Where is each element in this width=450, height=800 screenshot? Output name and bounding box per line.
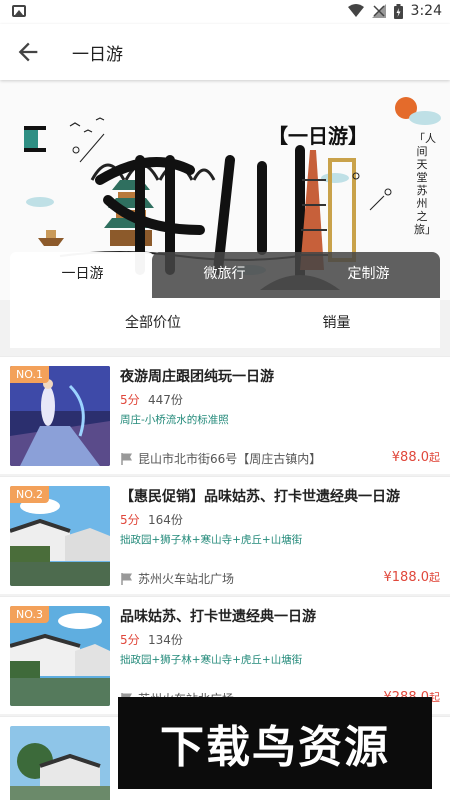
tour-location: 昆山市北市街66号【周庄古镇内】 (120, 450, 321, 467)
price-suffix: 起 (429, 571, 440, 584)
category-tabs: 一日游 微旅行 定制游 (0, 252, 450, 298)
price-suffix: 起 (429, 451, 440, 464)
tour-thumbnail: NO.2 (10, 486, 110, 586)
list-item[interactable]: NO.2 【惠民促销】品味姑苏、打卡世遗经典一日游 5分 164份 拙政园+狮子… (0, 476, 450, 594)
rank-badge: NO.2 (10, 486, 49, 503)
image-icon (12, 5, 26, 17)
watermark-overlay: 下载鸟资源 (118, 697, 432, 789)
tour-tags: 周庄-小桥流水的标准照 (120, 414, 229, 426)
tour-sales: 134份 (148, 633, 183, 647)
tour-location: 苏州火车站北广场 (120, 570, 234, 587)
signal-icon (371, 4, 386, 18)
tour-sales: 164份 (148, 513, 183, 527)
price-value: ¥188.0 (383, 570, 430, 585)
tour-title: 【惠民促销】品味姑苏、打卡世遗经典一日游 (120, 489, 400, 505)
banner-vertical-text: 「人间天堂 苏州之旅」 (414, 132, 436, 236)
app-bar: 一日游 (0, 24, 450, 80)
tour-price: ¥88.0起 (392, 449, 440, 465)
tour-tags: 拙政园+狮子林+寒山寺+虎丘+山塘街 (120, 654, 303, 666)
tour-score: 5分 (120, 393, 140, 407)
tour-title: 夜游周庄跟团纯玩一日游 (120, 369, 274, 385)
wifi-icon (347, 4, 364, 17)
battery-icon (393, 3, 403, 19)
tour-tags: 拙政园+狮子林+寒山寺+虎丘+山塘街 (120, 534, 303, 546)
tour-location-text: 昆山市北市街66号【周庄古镇内】 (138, 452, 322, 466)
arrow-left-icon[interactable] (14, 38, 42, 66)
tour-score: 5分 (120, 633, 140, 647)
page-title: 一日游 (72, 45, 123, 65)
rank-badge: NO.1 (10, 366, 49, 383)
tour-thumbnail: NO.1 (10, 366, 110, 466)
flag-icon (121, 452, 132, 465)
tour-thumbnail (10, 726, 110, 800)
flag-icon (121, 572, 132, 585)
list-item[interactable]: NO.1 夜游周庄跟团纯玩一日游 5分 447份 周庄-小桥流水的标准照 昆山市… (0, 356, 450, 474)
tab-custom-tour[interactable]: 定制游 (297, 252, 440, 298)
sales-sort[interactable]: 销量 (243, 298, 441, 348)
status-time: 3:24 (410, 3, 442, 19)
tour-thumbnail: NO.3 (10, 606, 110, 706)
tab-micro-travel[interactable]: 微旅行 (152, 252, 297, 298)
tour-location-text: 苏州火车站北广场 (138, 572, 235, 586)
banner-headline: 【一日游】 (268, 124, 368, 148)
filter-bar: 全部价位 销量 (10, 298, 440, 348)
price-filter[interactable]: 全部价位 (10, 298, 243, 348)
tour-score: 5分 (120, 513, 140, 527)
tour-price: ¥188.0起 (384, 569, 441, 585)
rank-badge: NO.3 (10, 606, 49, 623)
price-value: ¥88.0 (391, 450, 429, 465)
tab-day-tour[interactable]: 一日游 (10, 252, 155, 298)
status-bar: 3:24 (0, 0, 450, 24)
tour-title: 品味姑苏、打卡世遗经典一日游 (120, 609, 316, 625)
tour-sales: 447份 (148, 393, 183, 407)
